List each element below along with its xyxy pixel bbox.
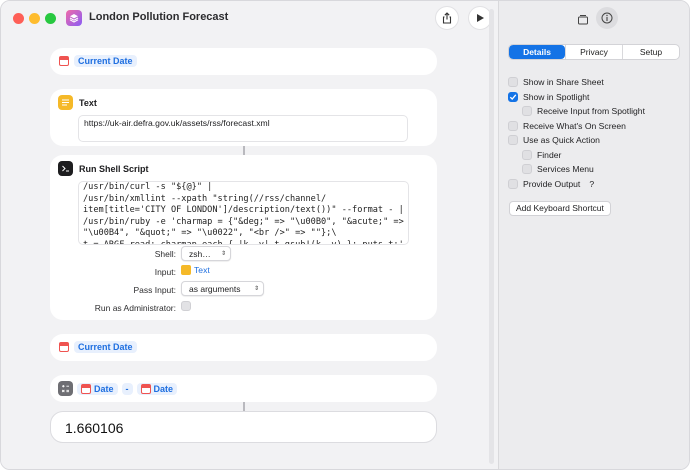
minimize-window-button[interactable] (29, 13, 40, 24)
option-share-sheet[interactable]: Show in Share Sheet (508, 77, 604, 87)
option-receive-spotlight[interactable]: Receive Input from Spotlight (522, 106, 645, 116)
action-connector (243, 146, 245, 155)
text-action[interactable]: Text https://uk-air.defra.gov.uk/assets/… (50, 89, 437, 146)
text-action-title: Text (79, 97, 97, 108)
calculate-action[interactable]: Date - Date (50, 375, 437, 402)
shell-label: Shell: (154, 249, 176, 259)
calculator-icon (58, 381, 73, 396)
current-date-token[interactable]: Current Date (74, 55, 137, 67)
calendar-icon (59, 342, 69, 352)
vertical-scrollbar[interactable] (489, 9, 494, 464)
run-shell-script-action[interactable]: Run Shell Script /usr/bin/curl -s "${@}"… (50, 155, 437, 320)
popup-chevron-icon: ⇕ (220, 251, 226, 257)
result-value: 1.660106 (65, 420, 124, 436)
receive-spotlight-checkbox[interactable] (522, 106, 532, 116)
option-spotlight[interactable]: Show in Spotlight (508, 92, 589, 102)
pass-input-popup[interactable]: as arguments ⇕ (181, 281, 264, 296)
option-finder[interactable]: Finder (522, 150, 561, 160)
pass-input-label: Pass Input: (133, 285, 176, 295)
onscreen-label: Receive What's On Screen (523, 121, 626, 131)
current-date-token[interactable]: Current Date (74, 341, 137, 353)
calendar-icon (81, 383, 91, 394)
shell-popup-value: zsh… (189, 248, 211, 259)
info-button[interactable] (596, 7, 618, 29)
add-keyboard-shortcut-button[interactable]: Add Keyboard Shortcut (509, 201, 611, 216)
option-services[interactable]: Services Menu (522, 164, 594, 174)
library-icon (578, 14, 588, 24)
provide-output-checkbox[interactable] (508, 179, 518, 189)
action-connector (243, 402, 245, 411)
input-label: Input: (154, 267, 176, 277)
option-quick-action[interactable]: Use as Quick Action (508, 135, 600, 145)
checkmark-icon (509, 94, 517, 100)
pass-input-value: as arguments (189, 283, 241, 294)
date-token-left-label: Date (94, 383, 114, 394)
tab-privacy[interactable]: Privacy (565, 45, 622, 59)
script-text[interactable]: /usr/bin/curl -s "${@}" | /usr/bin/xmlli… (83, 182, 404, 244)
terminal-icon (58, 161, 73, 176)
share-sheet-checkbox[interactable] (508, 77, 518, 87)
quick-action-checkbox[interactable] (508, 135, 518, 145)
quick-action-label: Use as Quick Action (523, 135, 600, 145)
calendar-icon (140, 383, 151, 394)
details-sidebar (498, 1, 689, 469)
services-checkbox[interactable] (522, 164, 532, 174)
text-icon (181, 265, 191, 275)
window-title: London Pollution Forecast (89, 11, 229, 23)
tab-details[interactable]: Details (509, 45, 565, 59)
text-action-value[interactable]: https://uk-air.defra.gov.uk/assets/rss/f… (84, 118, 270, 128)
editor-pane: London Pollution Forecast Current Date T… (1, 1, 498, 469)
run-as-admin-label: Run as Administrator: (94, 303, 176, 313)
result-output: 1.660106 (50, 411, 437, 443)
receive-spotlight-label: Receive Input from Spotlight (537, 106, 645, 116)
calendar-icon (59, 56, 69, 66)
popup-chevron-icon: ⇕ (253, 286, 259, 292)
shell-popup[interactable]: zsh… ⇕ (181, 246, 231, 261)
input-token[interactable]: Text (181, 265, 210, 275)
share-button[interactable] (435, 6, 459, 30)
zoom-window-button[interactable] (45, 13, 56, 24)
spotlight-checkbox[interactable] (508, 92, 518, 102)
input-token-label: Text (194, 265, 210, 275)
operator-token[interactable]: - (121, 382, 133, 395)
text-icon (58, 95, 73, 110)
run-as-admin-checkbox[interactable] (181, 301, 191, 311)
shell-action-title: Run Shell Script (79, 163, 149, 174)
help-icon[interactable]: ? (589, 179, 594, 189)
date-token-right-label: Date (153, 383, 174, 394)
script-editor[interactable]: /usr/bin/curl -s "${@}" | /usr/bin/xmlli… (78, 181, 409, 245)
spotlight-label: Show in Spotlight (523, 92, 590, 102)
info-icon (601, 12, 613, 24)
finder-label: Finder (537, 150, 562, 160)
date-token-right[interactable]: Date (136, 382, 178, 395)
shortcut-app-icon (66, 10, 82, 26)
current-date-action-2[interactable]: Current Date (50, 334, 437, 361)
share-sheet-label: Show in Share Sheet (523, 77, 604, 87)
share-icon (442, 12, 452, 24)
sidebar-tabs: Details Privacy Setup (508, 44, 680, 60)
text-action-field[interactable]: https://uk-air.defra.gov.uk/assets/rss/f… (78, 115, 408, 142)
option-provide-output[interactable]: Provide Output? (508, 179, 594, 189)
current-date-action-1[interactable]: Current Date (50, 48, 437, 75)
services-label: Services Menu (537, 164, 594, 174)
play-icon (477, 14, 484, 22)
shortcuts-window: London Pollution Forecast Current Date T… (0, 0, 690, 470)
tab-setup[interactable]: Setup (622, 45, 679, 59)
finder-checkbox[interactable] (522, 150, 532, 160)
library-button[interactable] (571, 7, 595, 31)
onscreen-checkbox[interactable] (508, 121, 518, 131)
provide-output-label: Provide Output (523, 179, 581, 189)
date-token-left[interactable]: Date (77, 382, 118, 395)
close-window-button[interactable] (13, 13, 24, 24)
option-onscreen[interactable]: Receive What's On Screen (508, 121, 626, 131)
